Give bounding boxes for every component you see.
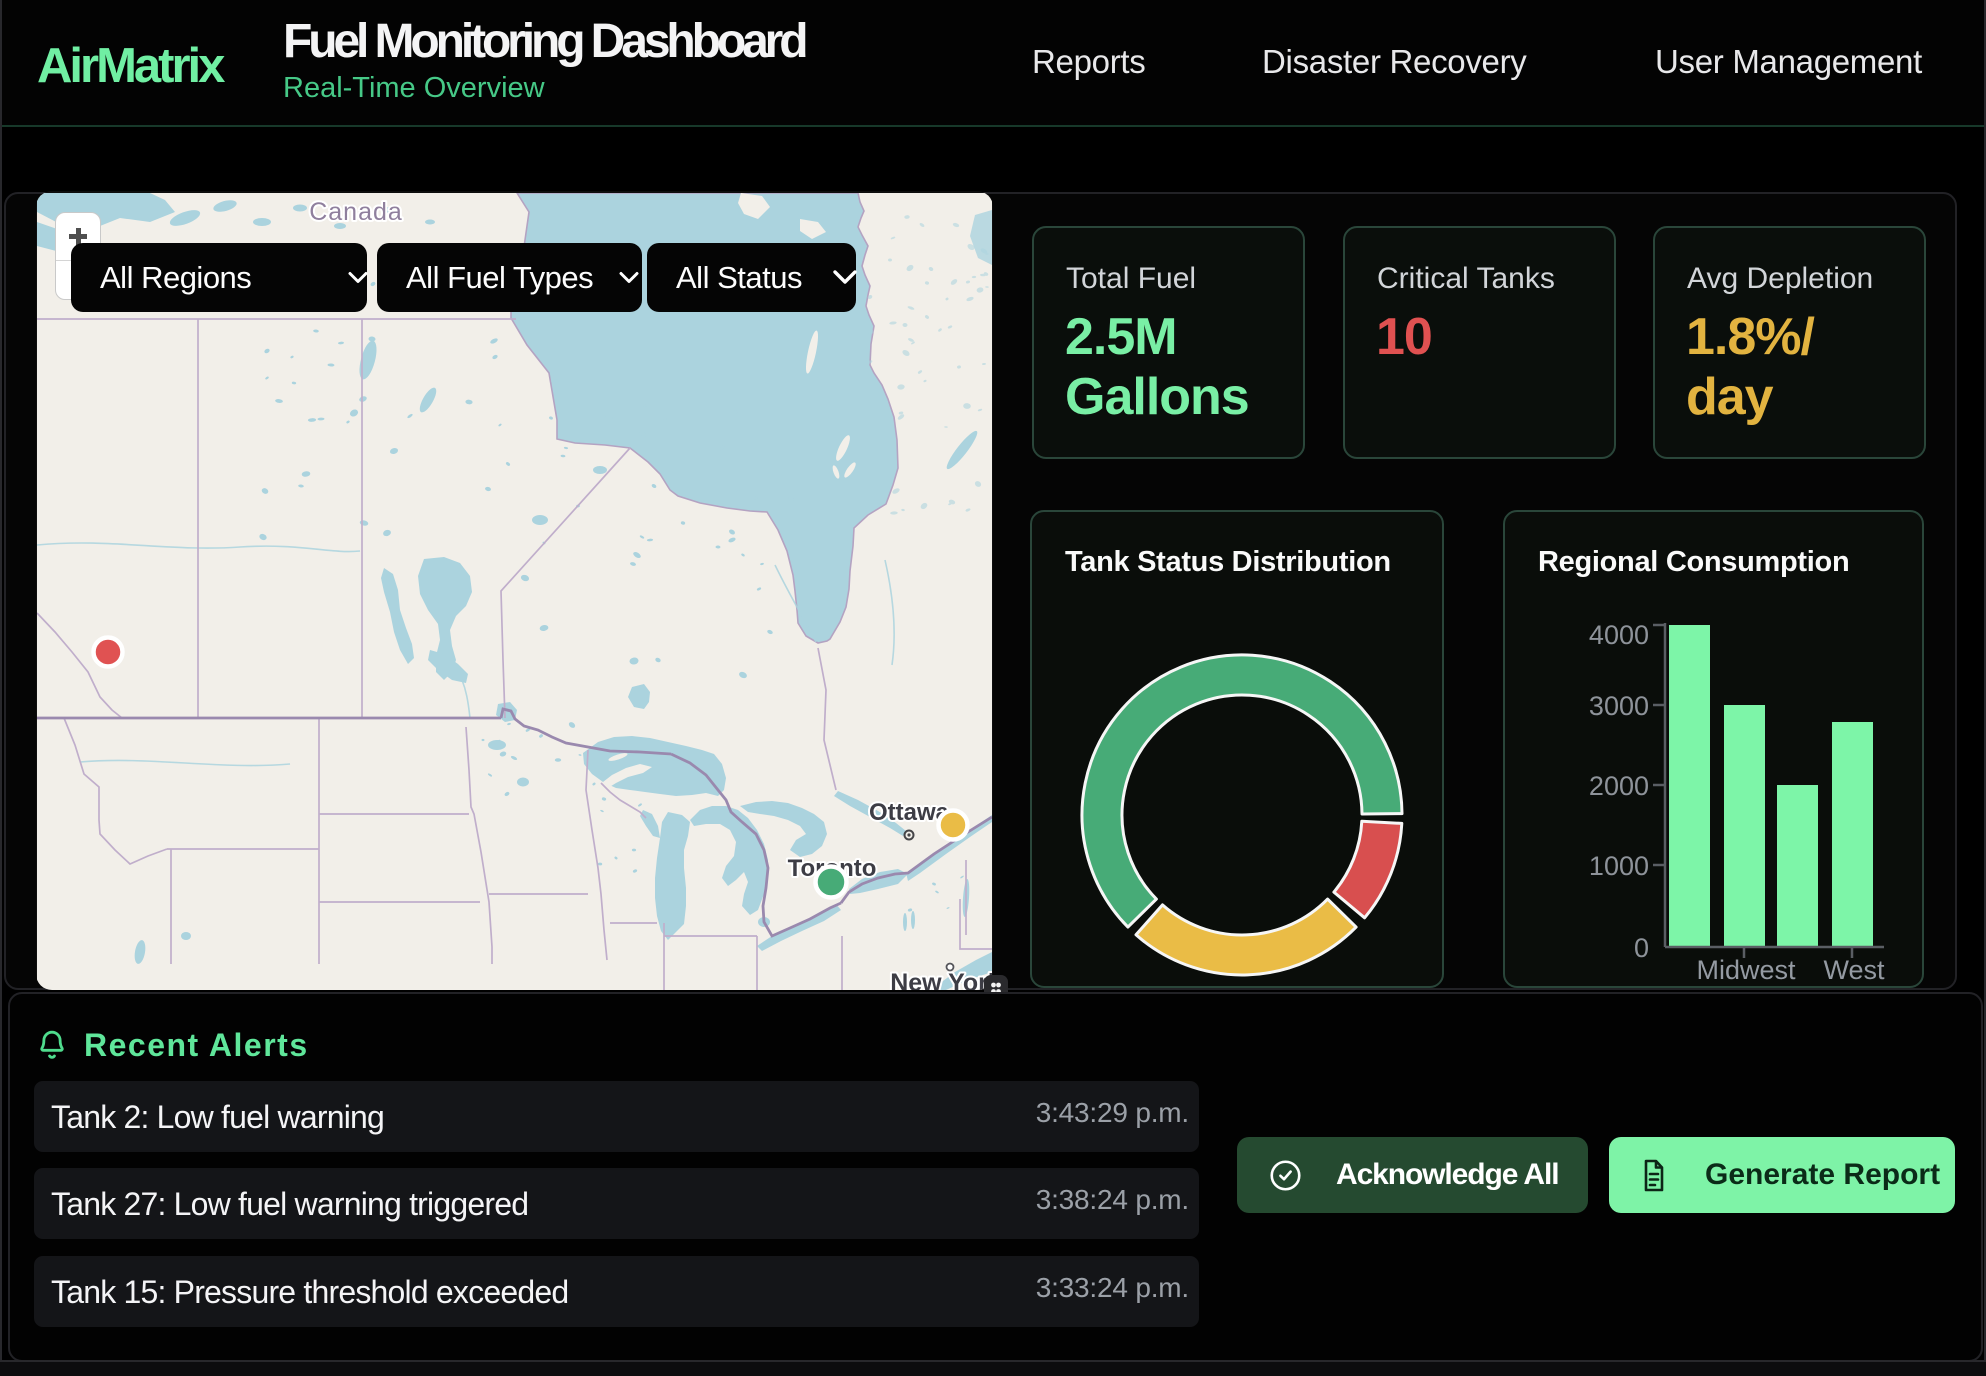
svg-text:0: 0 [1634, 933, 1649, 963]
svg-text:3000: 3000 [1589, 691, 1649, 721]
svg-text:1000: 1000 [1589, 851, 1649, 881]
svg-text:Midwest: Midwest [1696, 955, 1796, 985]
svg-text:West: West [1823, 955, 1885, 985]
svg-text:2000: 2000 [1589, 771, 1649, 801]
svg-text:4000: 4000 [1589, 620, 1649, 650]
